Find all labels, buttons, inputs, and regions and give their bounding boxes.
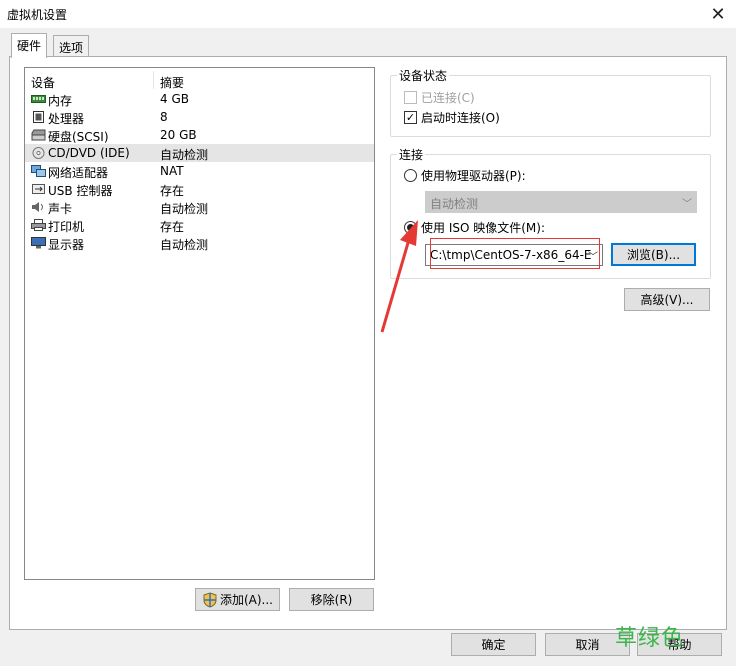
device-summary: 存在 (160, 184, 185, 198)
usb-icon (32, 184, 45, 194)
tab-hardware[interactable]: 硬件 (11, 33, 48, 58)
cancel-button-label: 取消 (575, 638, 600, 652)
device-summary: 存在 (160, 220, 185, 234)
list-item-hard-disk[interactable]: 硬盘(SCSI) 20 GB (25, 126, 374, 144)
advanced-button-label: 高级(V)... (640, 293, 694, 307)
cd-dvd-icon (32, 147, 45, 159)
device-name: 内存 (48, 94, 73, 108)
radio-circle (404, 169, 417, 182)
close-button[interactable]: ✕ (700, 0, 736, 28)
tab-options-label: 选项 (59, 41, 84, 55)
remove-button[interactable]: 移除(R) (289, 588, 374, 611)
column-header-summary[interactable]: 摘要 (160, 74, 184, 91)
device-list[interactable]: 设备 摘要 内存 4 GB 处理器 8 硬盘(SCSI) 20 GB CD/DV… (24, 67, 375, 580)
uac-shield-icon (203, 591, 217, 608)
connected-checkbox[interactable]: 已连接(C) (404, 89, 475, 106)
list-header: 设备 摘要 (25, 68, 374, 90)
device-name: 处理器 (48, 112, 85, 126)
physical-drive-radio[interactable]: 使用物理驱动器(P): (404, 167, 526, 184)
device-summary: 自动检测 (160, 202, 209, 216)
connection-title: 连接 (397, 146, 426, 163)
memory-icon (31, 95, 46, 103)
connected-label: 已连接(C) (421, 91, 475, 105)
display-icon (31, 237, 46, 249)
chevron-down-icon: ﹀ (682, 199, 692, 210)
list-item-processor[interactable]: 处理器 8 (25, 108, 374, 126)
device-summary: NAT (160, 164, 184, 178)
tab-options[interactable]: 选项 (53, 35, 90, 57)
tab-hardware-label: 硬件 (17, 39, 42, 53)
device-summary: 自动检测 (160, 238, 209, 252)
column-header-device[interactable]: 设备 (31, 74, 55, 91)
browse-button[interactable]: 浏览(B)... (611, 243, 696, 266)
list-item-network-adapter[interactable]: 网络适配器 NAT (25, 162, 374, 180)
list-item-cd-dvd[interactable]: CD/DVD (IDE) 自动检测 (25, 144, 374, 162)
device-summary: 自动检测 (160, 148, 209, 162)
list-item-memory[interactable]: 内存 4 GB (25, 90, 374, 108)
annotation-highlight-box (430, 238, 600, 269)
title-bar: 虚拟机设置 ✕ (0, 0, 736, 28)
device-summary: 4 GB (160, 92, 189, 106)
ok-button-label: 确定 (481, 638, 506, 652)
device-name: 声卡 (48, 202, 73, 216)
device-name: 网络适配器 (48, 166, 109, 180)
advanced-button[interactable]: 高级(V)... (624, 288, 710, 311)
add-button-label: 添加(A)... (219, 593, 274, 607)
check-mark-icon: ✓ (405, 111, 416, 124)
column-separator[interactable] (153, 71, 154, 89)
checkbox-box (404, 91, 417, 104)
device-name: CD/DVD (IDE) (48, 146, 130, 160)
list-item-display[interactable]: 显示器 自动检测 (25, 234, 374, 252)
printer-icon (31, 219, 46, 231)
hard-disk-icon (31, 129, 46, 141)
processor-icon (33, 111, 44, 123)
device-name: 硬盘(SCSI) (48, 130, 109, 144)
device-name: 显示器 (48, 238, 85, 252)
checkbox-box: ✓ (404, 111, 417, 124)
ok-button[interactable]: 确定 (451, 633, 536, 656)
device-name: 打印机 (48, 220, 85, 234)
device-name: USB 控制器 (48, 184, 113, 198)
remove-button-label: 移除(R) (310, 593, 353, 607)
device-summary: 8 (160, 110, 168, 124)
close-icon: ✕ (710, 3, 726, 25)
physical-drive-select[interactable]: 自动检测 ﹀ (425, 191, 697, 213)
window-title: 虚拟机设置 (7, 8, 68, 22)
physical-drive-select-value: 自动检测 (430, 197, 479, 211)
device-status-title: 设备状态 (397, 67, 450, 84)
watermark: 草绿色 (615, 626, 685, 651)
list-item-usb-controller[interactable]: USB 控制器 存在 (25, 180, 374, 198)
list-item-printer[interactable]: 打印机 存在 (25, 216, 374, 234)
physical-drive-label: 使用物理驱动器(P): (421, 169, 526, 183)
add-button[interactable]: 添加(A)... (195, 588, 280, 611)
network-adapter-icon (31, 165, 46, 177)
device-summary: 20 GB (160, 128, 197, 142)
device-status-group: 设备状态 (390, 67, 711, 137)
sound-card-icon (32, 202, 43, 212)
connect-at-power-on-checkbox[interactable]: ✓ 启动时连接(O) (404, 109, 500, 126)
browse-button-label: 浏览(B)... (626, 248, 681, 262)
annotation-arrow-icon (380, 220, 418, 333)
connect-at-power-on-label: 启动时连接(O) (421, 111, 500, 125)
iso-image-label: 使用 ISO 映像文件(M): (421, 221, 545, 235)
list-item-sound-card[interactable]: 声卡 自动检测 (25, 198, 374, 216)
